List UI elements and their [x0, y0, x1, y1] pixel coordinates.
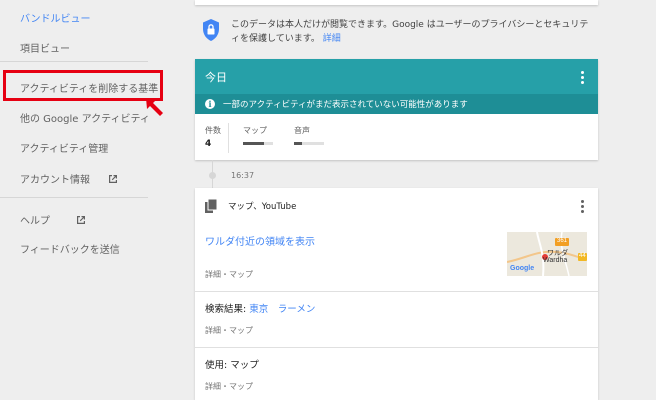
stat-voice-bar-fill: [294, 142, 302, 145]
more-options-icon[interactable]: [581, 71, 585, 85]
search-query-link[interactable]: 東京: [249, 304, 268, 315]
sidebar-item-label: ヘルプ: [20, 216, 50, 227]
stat-maps-bar-fill: [243, 142, 264, 145]
info-icon: i: [205, 99, 215, 109]
activity-search-result: 検索結果: 東京 ラーメン: [205, 304, 316, 315]
sidebar-item-bundle-view[interactable]: バンドルビュー: [20, 10, 91, 25]
external-link-icon: [77, 216, 85, 224]
sidebar-item-send-feedback[interactable]: フィードバックを送信: [20, 241, 120, 256]
road-badge: 361: [557, 238, 568, 244]
timeline-dot: [209, 172, 216, 179]
sidebar-divider: [0, 61, 148, 62]
stat-voice-bar: [294, 142, 324, 145]
privacy-learn-more-link[interactable]: 詳細: [323, 34, 341, 44]
road-badge: 44: [579, 253, 586, 259]
sidebar-item-label: アカウント情報: [20, 175, 90, 186]
activity-item-meta[interactable]: 詳細・マップ: [205, 381, 253, 392]
stat-count-label: 件数: [205, 126, 221, 135]
external-link-icon: [109, 175, 117, 183]
today-notice: i 一部のアクティビティがまだ表示されていない可能性があります: [195, 94, 598, 114]
stat-voice-label: 音声: [294, 126, 310, 135]
activity-item-meta[interactable]: 詳細・マップ: [205, 269, 253, 280]
stat-count-value: 4: [205, 139, 212, 149]
previous-card: [195, 0, 598, 5]
activity-item-link[interactable]: ワルダ付近の領域を表示: [205, 233, 315, 248]
more-options-icon[interactable]: [581, 200, 585, 214]
activity-usage: 使用: マップ: [205, 360, 259, 371]
sidebar-item-other-google-activity[interactable]: 他の Google アクティビティ: [20, 110, 150, 125]
activity-card: マップ、YouTube ワルダ付近の領域を表示 詳細・マップ 361 44 ワル…: [195, 188, 598, 400]
privacy-text: このデータは本人だけが閲覧できます。Google はユーザーのプライバシーとセキ…: [231, 20, 589, 44]
activity-item-meta[interactable]: 詳細・マップ: [205, 325, 253, 336]
activity-divider: [195, 291, 598, 292]
sidebar-divider: [0, 197, 148, 198]
sidebar: バンドルビュー 項目ビュー アクティビティを削除する基準 他の Google ア…: [0, 0, 168, 400]
map-city-label-en: Wardha: [543, 257, 568, 264]
sidebar-item-activity-controls[interactable]: アクティビティ管理: [20, 140, 108, 155]
sidebar-item-help[interactable]: ヘルプ: [20, 212, 86, 227]
activity-divider: [195, 347, 598, 348]
stat-maps-bar: [243, 142, 273, 145]
search-query-link[interactable]: ラーメン: [278, 304, 316, 315]
sidebar-item-item-view[interactable]: 項目ビュー: [20, 40, 70, 55]
activity-header: マップ、YouTube: [228, 202, 297, 212]
highlight-box: [3, 70, 163, 101]
google-logo: Google: [510, 265, 535, 272]
stat-divider: [228, 123, 229, 153]
today-card: 今日 i 一部のアクティビティがまだ表示されていない可能性があります 件数 4 …: [195, 59, 598, 160]
arrow-pointer-icon: [146, 98, 163, 116]
notice-text: 一部のアクティビティがまだ表示されていない可能性があります: [223, 100, 468, 110]
privacy-notice: このデータは本人だけが閲覧できます。Google はユーザーのプライバシーとセキ…: [195, 14, 598, 50]
stat-maps-label: マップ: [243, 126, 267, 135]
today-title: 今日: [205, 71, 227, 84]
shield-lock-icon: [203, 19, 219, 41]
document-copy-icon: [205, 199, 217, 213]
today-header: 今日: [195, 59, 598, 94]
timeline-time: 16:37: [231, 171, 255, 180]
map-thumbnail[interactable]: 361 44 ワルダ Wardha Google: [507, 232, 587, 276]
sidebar-item-account-info[interactable]: アカウント情報: [20, 171, 118, 186]
